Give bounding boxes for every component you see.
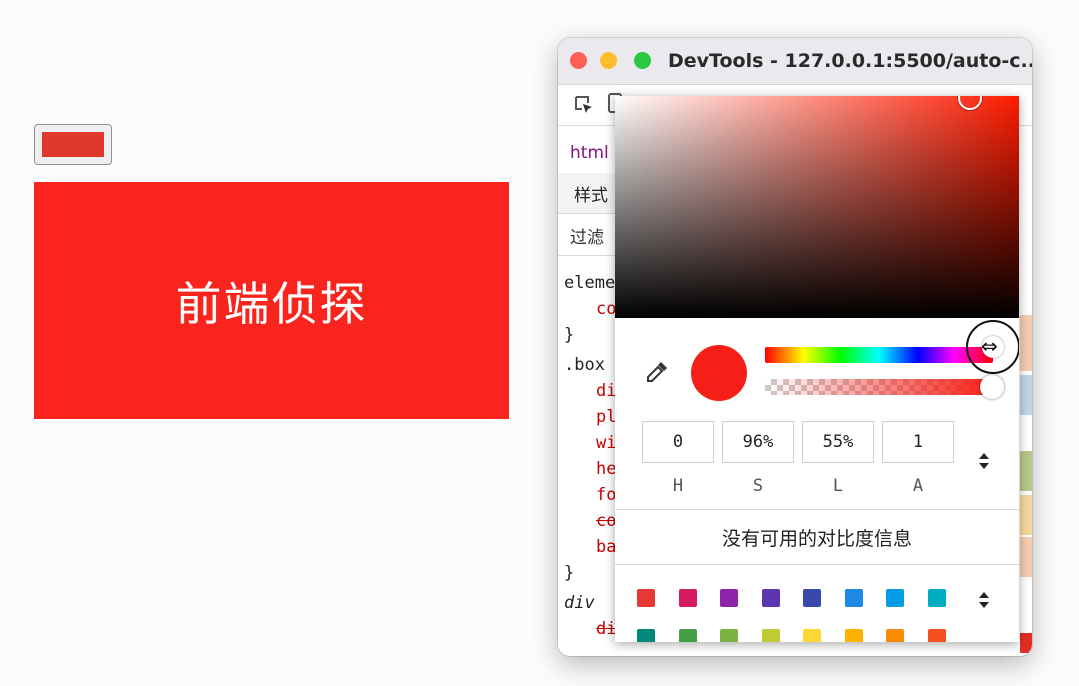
saturation-label: S: [752, 476, 764, 496]
style-rule-line[interactable]: }: [564, 563, 574, 583]
palette-switch-icon[interactable]: [977, 589, 991, 611]
palette-swatch[interactable]: [927, 629, 946, 642]
style-rule-line[interactable]: co: [564, 511, 616, 531]
style-rule-line[interactable]: fo: [564, 485, 616, 505]
window-title: DevTools - 127.0.0.1:5500/auto-c...: [668, 50, 1032, 72]
color-swatch-fill: [42, 132, 104, 157]
divider: [615, 509, 1019, 510]
alpha-label: A: [912, 476, 924, 496]
box-model-margin-bottom: [1020, 537, 1032, 577]
box-model-margin: [1020, 315, 1032, 371]
breadcrumb-html[interactable]: html: [570, 143, 609, 163]
contrast-info: 没有可用的对比度信息: [721, 528, 912, 550]
palette-swatch[interactable]: [886, 629, 904, 642]
style-rule-line[interactable]: co: [564, 299, 616, 319]
hue-label: H: [672, 476, 684, 496]
inspect-element-icon[interactable]: [574, 95, 594, 115]
box-model-content: [1020, 495, 1032, 535]
filter-label: 过滤: [570, 228, 604, 248]
alpha-handle[interactable]: [980, 375, 1004, 399]
palette-swatch[interactable]: [720, 589, 738, 607]
lightness-input[interactable]: 55%: [802, 421, 874, 463]
tab-styles[interactable]: 样式: [558, 173, 618, 214]
alpha-gradient: [765, 379, 993, 395]
style-rule-line[interactable]: wi: [564, 433, 616, 453]
style-rule-line[interactable]: }: [564, 325, 574, 345]
minimize-window-button[interactable]: [600, 52, 617, 69]
hue-slider[interactable]: [765, 347, 993, 363]
zoom-window-button[interactable]: [634, 52, 651, 69]
palette-swatch[interactable]: [886, 589, 904, 607]
box-model-padding: [1020, 451, 1032, 491]
palette-swatch[interactable]: [761, 629, 780, 642]
red-box: 前端侦探: [34, 182, 509, 419]
breadcrumb[interactable]: html: [558, 133, 618, 174]
saturation-input[interactable]: 96%: [722, 421, 794, 463]
palette-swatch[interactable]: [720, 629, 738, 642]
palette-swatch[interactable]: [803, 589, 821, 607]
palette-swatch[interactable]: [927, 589, 946, 607]
resize-horizontal-icon: ⇔: [981, 334, 998, 358]
lightness-label: L: [832, 476, 844, 496]
tab-styles-label: 样式: [574, 186, 608, 206]
palette-swatch[interactable]: [844, 629, 863, 642]
close-window-button[interactable]: [570, 52, 587, 69]
color-swatch-strip: [1020, 633, 1032, 653]
saturation-handle[interactable]: [958, 96, 982, 110]
alpha-input[interactable]: 1: [882, 421, 954, 463]
palette-swatch[interactable]: [678, 629, 697, 642]
style-rule-line[interactable]: ba: [564, 537, 616, 557]
palette-swatch[interactable]: [637, 629, 655, 642]
divider: [615, 564, 1019, 565]
style-rule-line[interactable]: pl: [564, 407, 616, 427]
hue-input[interactable]: 0: [642, 421, 714, 463]
alpha-slider[interactable]: [765, 379, 993, 395]
palette-swatch[interactable]: [803, 629, 821, 642]
color-swatch-button[interactable]: [34, 124, 112, 165]
eyedropper-icon[interactable]: [643, 358, 671, 386]
style-rule-line[interactable]: eleme: [564, 273, 615, 293]
palette-swatch[interactable]: [678, 589, 697, 607]
style-rule-line[interactable]: di: [564, 381, 616, 401]
format-toggle-icon[interactable]: [977, 450, 991, 472]
palette-swatch[interactable]: [844, 589, 863, 607]
hue-handle[interactable]: ⇔: [966, 320, 1019, 374]
color-picker: ⇔ 0 96% 55% 1 H S L A 没有可用的对比度信息: [615, 96, 1019, 642]
styles-filter-input[interactable]: 过滤: [558, 215, 618, 256]
box-model-border: [1020, 375, 1032, 415]
style-rule-line[interactable]: he: [564, 459, 616, 479]
window-titlebar: DevTools - 127.0.0.1:5500/auto-c...: [558, 38, 1032, 85]
color-preview: [691, 345, 747, 401]
palette-swatch[interactable]: [761, 589, 780, 607]
style-rule-line[interactable]: .box: [564, 355, 605, 375]
box-text: 前端侦探: [175, 276, 368, 331]
saturation-lightness-area[interactable]: [615, 96, 1019, 318]
palette-swatch[interactable]: [637, 589, 655, 607]
style-rule-line[interactable]: div: [564, 593, 595, 613]
